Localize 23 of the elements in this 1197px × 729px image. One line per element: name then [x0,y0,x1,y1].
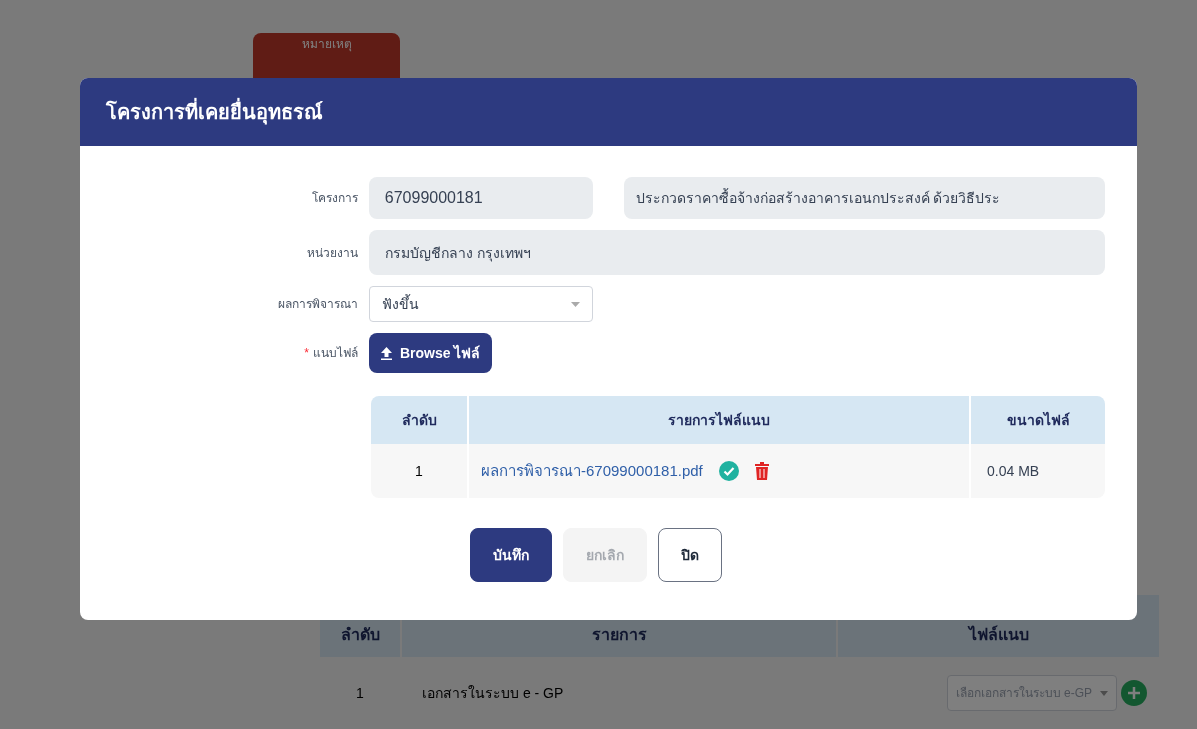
result-select[interactable]: ฟังขึ้น [369,286,593,322]
column-header: ลำดับ [371,396,467,444]
project-name-field: ประกวดราคาซื้อจ้างก่อสร้างอาคารเอนกประสงค์ ด้วยวิธีประ [623,177,1105,219]
table-cell: 0.04 MB [971,444,1105,498]
close-button[interactable]: ปิด [658,528,722,582]
trash-icon[interactable] [754,462,769,480]
field-label: แนบไฟล์ [313,345,358,361]
save-button[interactable]: บันทึก [470,528,552,582]
field-label: หน่วยงาน [307,244,358,261]
table-cell: 1 [371,444,467,498]
caret-icon [1100,690,1108,696]
field-label: ผลการพิจารณา [278,296,358,312]
required-mark: * [304,345,309,361]
project-id-field: 67099000181 [368,177,593,219]
upload-icon [381,346,392,360]
browse-file-button[interactable]: Browse ไฟล์ [369,333,493,373]
column-header: ขนาดไฟล์ [971,396,1105,444]
agency-field: กรมบัญชีกลาง กรุงเทพฯ [369,230,1105,275]
caret-icon [571,301,580,307]
column-header: รายการไฟล์แนบ [469,396,969,444]
file-link[interactable]: ผลการพิจารณา-67099000181.pdf [481,459,703,483]
dialog-title: โครงการที่เคยยื่นอุทธรณ์ [106,98,323,126]
field-label: โครงการ [311,190,358,206]
